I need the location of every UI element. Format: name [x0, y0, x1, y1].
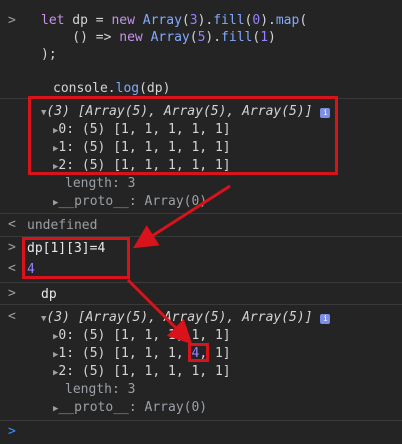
- annotation-arrows: [126, 184, 231, 345]
- devtools-console: > let dp = new Array(3).fill(0).map( () …: [0, 0, 402, 443]
- arrow-to-assign: [132, 184, 231, 249]
- arrow-to-changed: [126, 278, 193, 345]
